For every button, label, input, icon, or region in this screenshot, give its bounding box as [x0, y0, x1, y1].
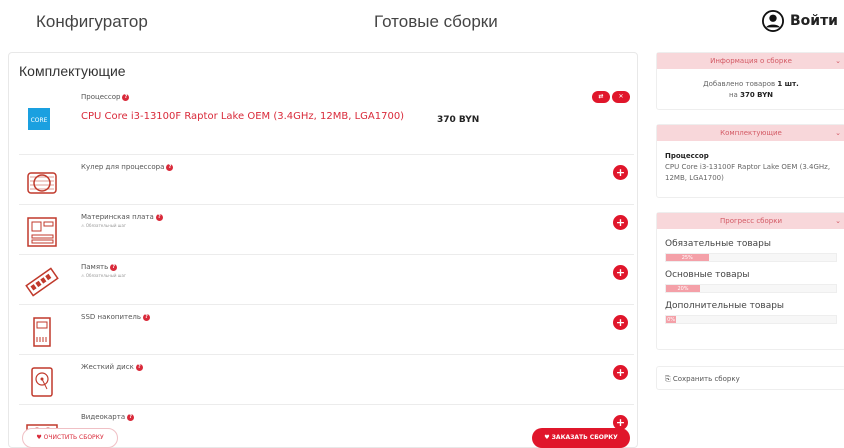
component-label-ssd: SSD накопитель?: [81, 313, 150, 321]
help-icon[interactable]: ?: [127, 413, 135, 421]
save-build-button[interactable]: ⎘ Сохранить сборку: [656, 366, 844, 390]
component-row-cooler: Кулер для процессора? +: [19, 155, 634, 205]
progress-fill: 0%: [666, 316, 677, 323]
progress-label: Обязательные товары: [665, 239, 771, 249]
add-ram-button[interactable]: +: [613, 265, 628, 280]
header: Конфигуратор Готовые сборки Войти: [0, 0, 844, 46]
required-step-note: ⚠ Обязательный шаг: [81, 273, 127, 278]
component-row-ram: Память? ⚠ Обязательный шаг +: [19, 255, 634, 305]
help-icon[interactable]: ?: [166, 163, 174, 171]
help-icon[interactable]: ?: [155, 213, 163, 221]
chevron-down-icon: ⌄: [835, 129, 841, 137]
add-motherboard-button[interactable]: +: [613, 215, 628, 230]
build-info-header[interactable]: Информация о сборке ⌄: [657, 53, 844, 69]
motherboard-icon: [27, 217, 57, 247]
remove-button[interactable]: ✕: [612, 91, 630, 103]
ram-icon: [25, 267, 59, 297]
component-row-hdd: Жесткий диск? +: [19, 355, 634, 405]
help-icon[interactable]: ?: [122, 93, 130, 101]
add-ssd-button[interactable]: +: [613, 315, 628, 330]
replace-button[interactable]: ⇄: [592, 91, 610, 103]
add-hdd-button[interactable]: +: [613, 365, 628, 380]
help-icon[interactable]: ?: [110, 263, 118, 271]
component-label-hdd: Жесткий диск?: [81, 363, 143, 371]
help-icon[interactable]: ?: [143, 313, 150, 321]
nav-ready-builds[interactable]: Готовые сборки: [374, 12, 498, 32]
required-step-note: ⚠ Обязательный шаг: [81, 223, 127, 228]
chevron-down-icon: ⌄: [835, 217, 841, 225]
build-info-body: Добавлено товаров 1 шт. на 370 BYN: [703, 80, 799, 99]
chevron-down-icon: ⌄: [835, 57, 841, 65]
progress-label: Дополнительные товары: [665, 301, 785, 311]
login-label: Войти: [789, 13, 838, 29]
progress-fill: 20%: [666, 285, 700, 292]
component-label-cooler: Кулер для процессора?: [81, 163, 174, 171]
progress-bar: 20%: [665, 284, 837, 293]
svg-text:CORE: CORE: [31, 117, 48, 124]
add-cooler-button[interactable]: +: [613, 165, 628, 180]
component-row-motherboard: Материнская плата? ⚠ Обязательный шаг +: [19, 205, 634, 255]
component-row-ssd: SSD накопитель? +: [19, 305, 634, 355]
build-components-header[interactable]: Комплектующие ⌄: [657, 125, 844, 141]
summary-product: CPU Core i3-13100F Raptor Lake OEM (3.4G…: [665, 163, 831, 182]
component-row-cpu: CORE Процессор? CPU Core i3-13100F Rapto…: [19, 85, 634, 155]
build-info-card: Информация о сборке ⌄ Добавлено товаров 1…: [656, 52, 844, 110]
summary-category: Процессор: [665, 152, 709, 160]
components-title: Комплектующие: [19, 63, 126, 79]
selected-product-price: 370 BYN: [437, 115, 480, 125]
progress-bar: 25%: [665, 253, 837, 262]
copy-icon: ⎘: [665, 375, 671, 383]
components-panel: Комплектующие CORE Процессор? CPU Core i…: [8, 52, 638, 448]
login-button[interactable]: Войти: [761, 10, 838, 32]
cooler-icon: [27, 172, 57, 194]
cpu-icon: CORE: [28, 108, 50, 130]
hdd-icon: [31, 367, 53, 397]
progress-fill: 25%: [666, 254, 709, 261]
order-build-button[interactable]: ♥ ЗАКАЗАТЬ СБОРКУ: [532, 428, 630, 448]
build-progress-header[interactable]: Прогресс сборки ⌄: [657, 213, 844, 229]
build-components-card: Комплектующие ⌄ Процессор CPU Core i3-131…: [656, 124, 844, 198]
clear-build-button[interactable]: ♥ ОЧИСТИТЬ СБОРКУ: [22, 428, 118, 448]
component-label-ram: Память?: [81, 263, 118, 271]
selected-product-link[interactable]: CPU Core i3-13100F Raptor Lake OEM (3.4G…: [81, 111, 404, 122]
nav-configurator[interactable]: Конфигуратор: [36, 12, 148, 32]
user-icon: [761, 10, 784, 32]
component-label-cpu: Процессор?: [81, 93, 130, 101]
build-progress-card: Прогресс сборки ⌄ Обязательные товары 25% О…: [656, 212, 844, 350]
help-icon[interactable]: ?: [135, 363, 143, 371]
components-list: CORE Процессор? CPU Core i3-13100F Rapto…: [19, 85, 634, 447]
progress-label: Основные товары: [665, 270, 750, 280]
progress-bar: 0%: [665, 315, 837, 324]
component-label-gpu: Видеокарта?: [81, 413, 135, 421]
save-build-label: Сохранить сборку: [672, 375, 740, 383]
ssd-icon: [33, 317, 51, 347]
component-label-motherboard: Материнская плата?: [81, 213, 163, 221]
